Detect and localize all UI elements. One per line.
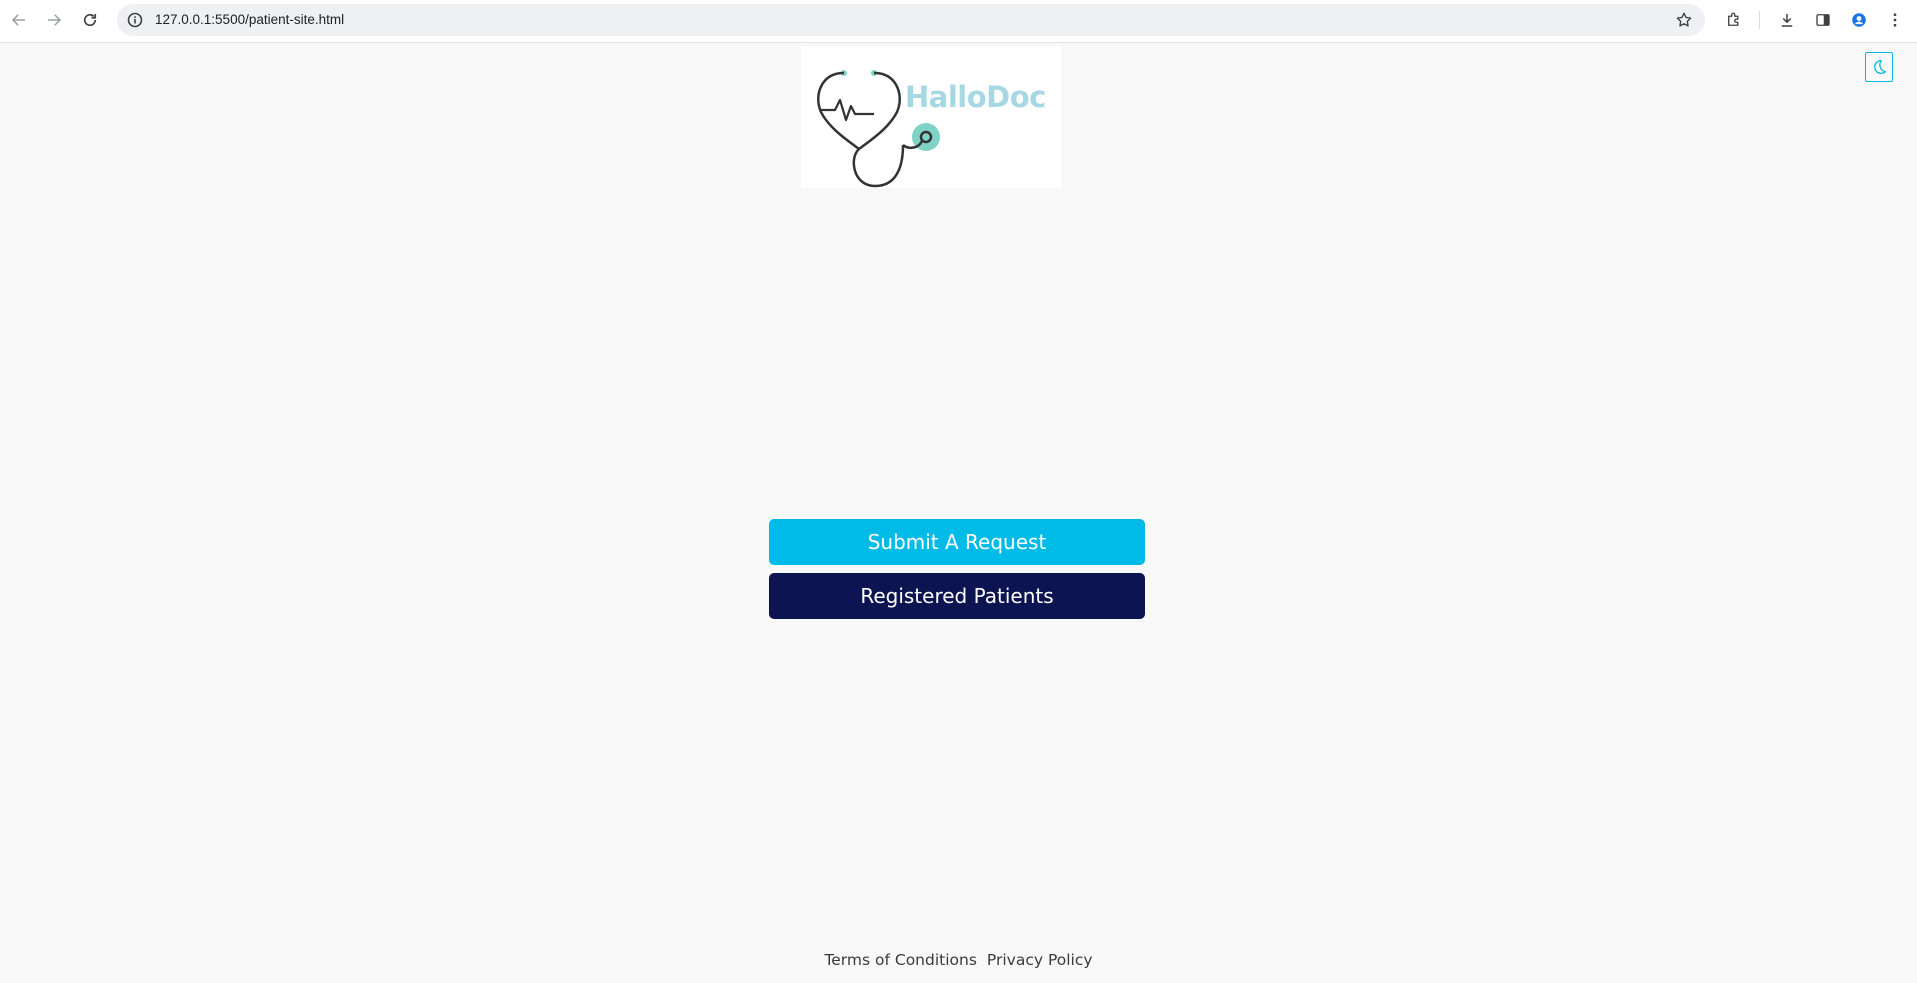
url-text[interactable]: 127.0.0.1:5500/patient-site.html: [155, 12, 344, 27]
footer: Terms of Conditions Privacy Policy: [0, 951, 1917, 969]
moon-icon: [1874, 59, 1887, 75]
side-panel-icon: [1816, 14, 1830, 26]
stethoscope-heart-icon: [817, 70, 940, 188]
hallodoc-logo[interactable]: HalloDoc: [801, 46, 1061, 188]
arrow-left-icon: [11, 14, 25, 26]
reload-button[interactable]: [76, 6, 104, 34]
submit-request-button[interactable]: Submit A Request: [769, 519, 1145, 565]
browser-menu-button[interactable]: [1883, 8, 1907, 32]
profile-button[interactable]: [1847, 8, 1871, 32]
avatar-icon: [1852, 13, 1866, 27]
arrow-right-icon: [48, 14, 62, 26]
browser-toolbar: 127.0.0.1:5500/patient-site.html: [0, 0, 1917, 43]
theme-toggle-button[interactable]: [1865, 52, 1893, 82]
download-icon: [1781, 14, 1793, 27]
info-icon[interactable]: [127, 12, 143, 28]
privacy-link[interactable]: Privacy Policy: [987, 951, 1093, 969]
registered-patients-button[interactable]: Registered Patients: [769, 573, 1145, 619]
kebab-menu-icon: [1893, 13, 1897, 27]
reload-icon: [83, 13, 97, 27]
logo-text: HalloDoc: [905, 80, 1046, 114]
forward-button[interactable]: [40, 6, 68, 34]
downloads-button[interactable]: [1775, 8, 1799, 32]
toolbar-divider: [1759, 11, 1760, 29]
address-bar[interactable]: 127.0.0.1:5500/patient-site.html: [117, 4, 1705, 36]
bookmark-star-icon[interactable]: [1675, 11, 1693, 29]
patient-site-page: HalloDoc Submit A Request Registered Pat…: [0, 44, 1917, 983]
terms-link[interactable]: Terms of Conditions: [824, 951, 976, 969]
puzzle-icon: [1728, 12, 1739, 26]
back-button[interactable]: [5, 6, 33, 34]
side-panel-button[interactable]: [1811, 8, 1835, 32]
extensions-button[interactable]: [1722, 8, 1746, 32]
